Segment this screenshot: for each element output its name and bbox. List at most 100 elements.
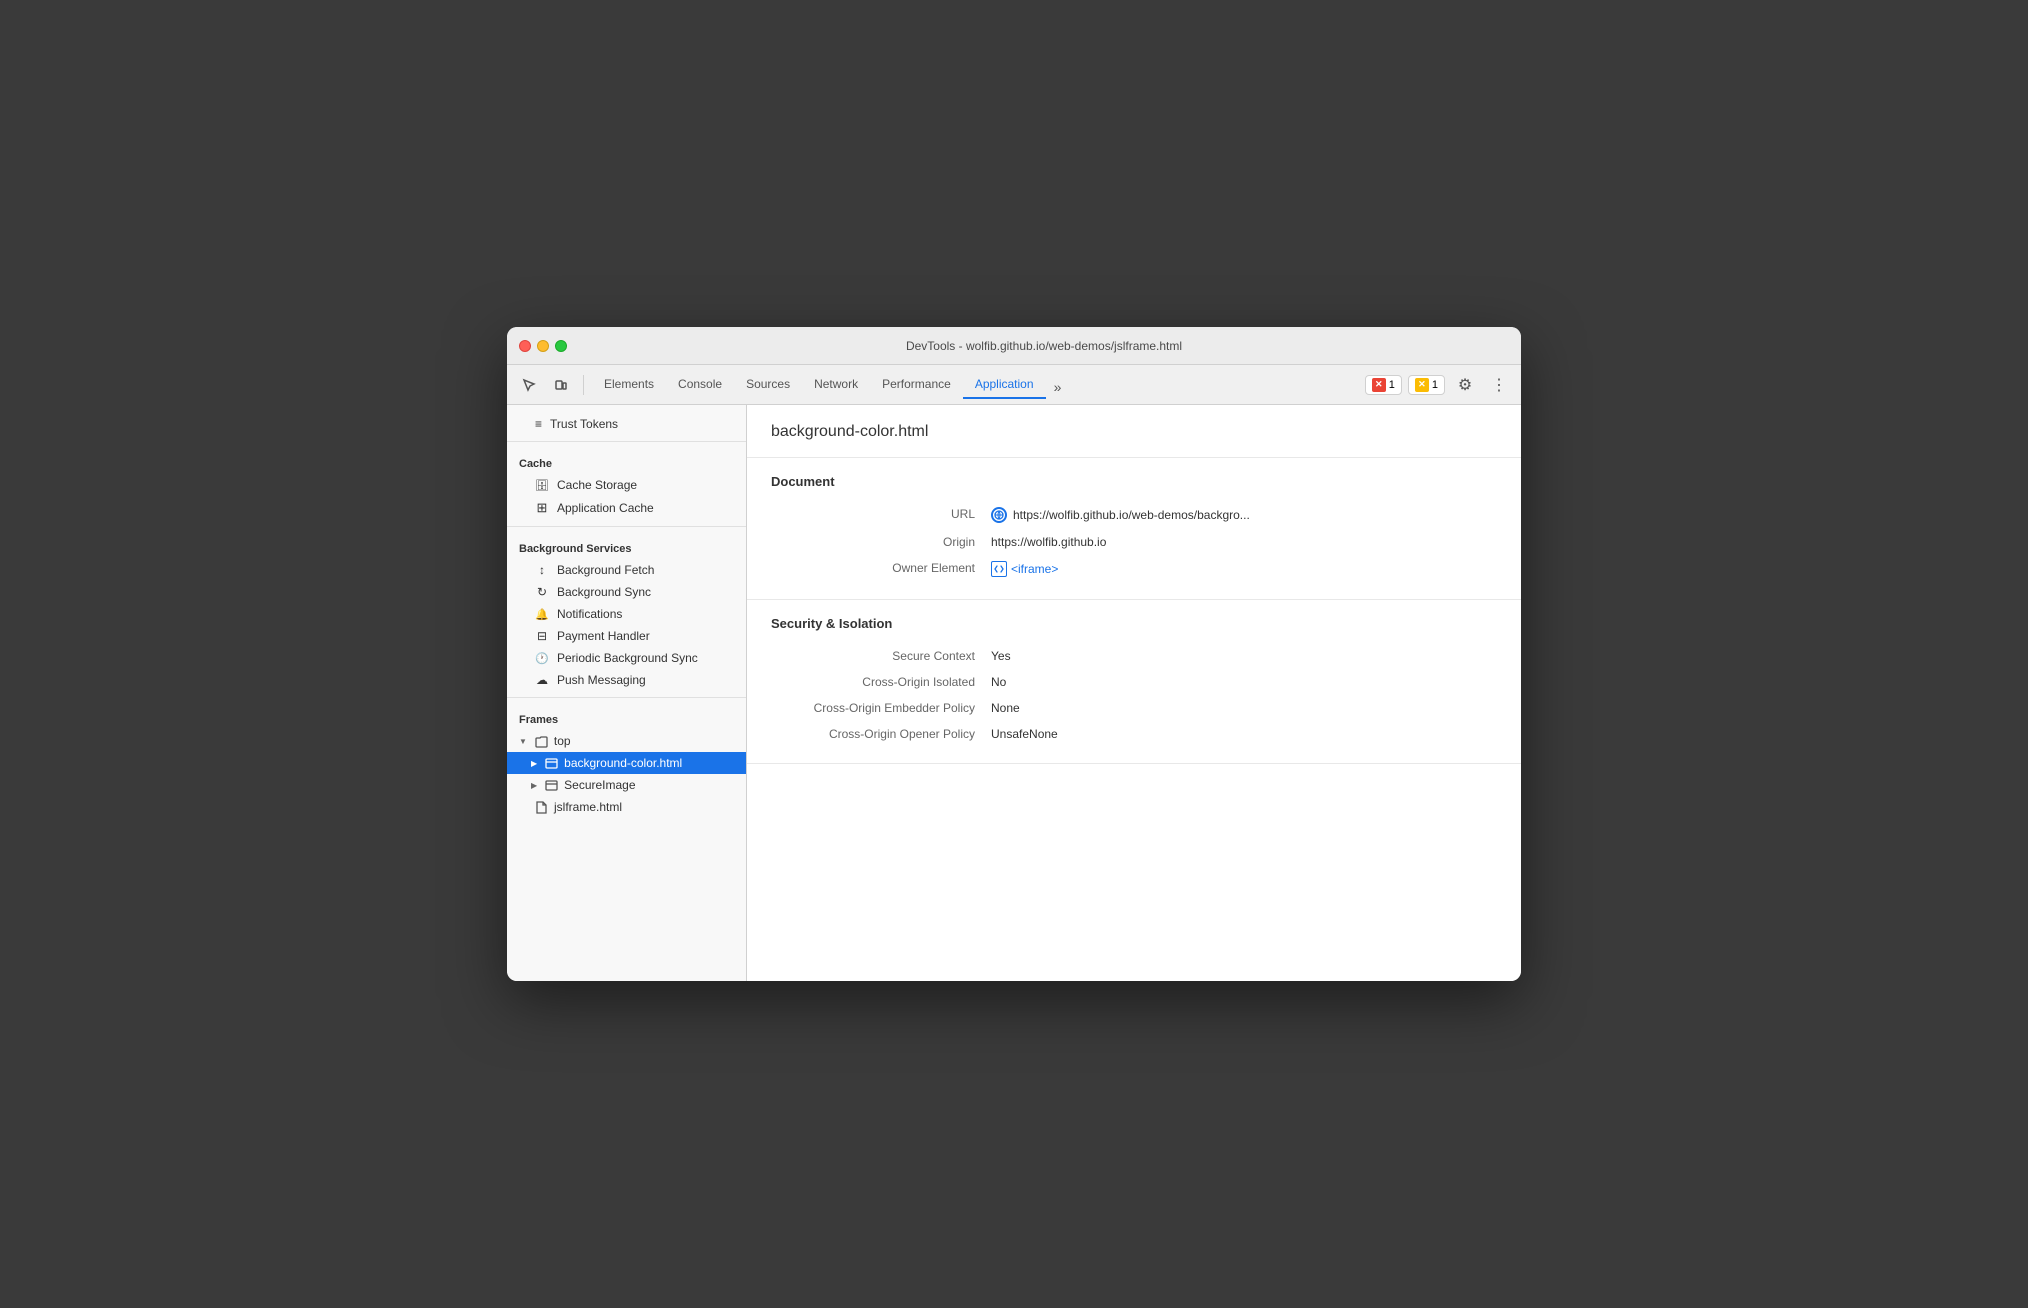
- sidebar-item-label: Payment Handler: [557, 629, 650, 643]
- url-icon: [991, 507, 1007, 523]
- select-element-button[interactable]: [515, 371, 543, 399]
- iframe-link[interactable]: <iframe>: [991, 561, 1058, 577]
- cache-storage-icon: [535, 478, 549, 492]
- tree-arrow-bg: ▶: [531, 759, 537, 768]
- tree-arrow-secure: ▶: [531, 781, 537, 790]
- sidebar: ≡ Trust Tokens Cache Cache Storage Appli…: [507, 405, 747, 981]
- sidebar-item-background-color-html[interactable]: ▶ background-color.html: [507, 752, 746, 774]
- trust-tokens-icon: ≡: [535, 417, 542, 431]
- secure-context-row: Secure Context Yes: [771, 643, 1497, 669]
- warnings-badge[interactable]: ✕ 1: [1408, 375, 1445, 395]
- device-toolbar-button[interactable]: [547, 371, 575, 399]
- sidebar-item-cache-storage[interactable]: Cache Storage: [507, 474, 746, 496]
- sidebar-item-label: Trust Tokens: [550, 417, 618, 431]
- tab-console[interactable]: Console: [666, 371, 734, 399]
- titlebar: DevTools - wolfib.github.io/web-demos/js…: [507, 327, 1521, 365]
- tab-application[interactable]: Application: [963, 371, 1046, 399]
- devtools-window: DevTools - wolfib.github.io/web-demos/js…: [507, 327, 1521, 981]
- notifications-icon: [535, 607, 549, 621]
- cross-origin-isolated-label: Cross-Origin Isolated: [771, 675, 991, 689]
- coep-label: Cross-Origin Embedder Policy: [771, 701, 991, 715]
- sidebar-item-secure-image[interactable]: ▶ SecureImage: [507, 774, 746, 796]
- sidebar-item-label: Push Messaging: [557, 673, 646, 687]
- secure-image-icon: [545, 779, 558, 792]
- cross-origin-isolated-row: Cross-Origin Isolated No: [771, 669, 1497, 695]
- sidebar-item-label: Cache Storage: [557, 478, 637, 492]
- sidebar-item-periodic-background-sync[interactable]: Periodic Background Sync: [507, 647, 746, 669]
- sidebar-section-frames: Frames: [507, 704, 746, 730]
- sidebar-item-background-sync[interactable]: Background Sync: [507, 581, 746, 603]
- toolbar: Elements Console Sources Network Perform…: [507, 365, 1521, 405]
- origin-label: Origin: [771, 535, 991, 549]
- secure-image-label: SecureImage: [564, 778, 635, 792]
- more-options-button[interactable]: ⋮: [1485, 371, 1513, 399]
- coep-row: Cross-Origin Embedder Policy None: [771, 695, 1497, 721]
- sidebar-section-cache: Cache: [507, 448, 746, 474]
- sidebar-item-label: Background Fetch: [557, 563, 654, 577]
- sidebar-item-jslframe[interactable]: jslframe.html: [507, 796, 746, 818]
- top-label: top: [554, 734, 571, 748]
- window-title: DevTools - wolfib.github.io/web-demos/js…: [579, 339, 1509, 353]
- sidebar-item-push-messaging[interactable]: Push Messaging: [507, 669, 746, 691]
- jslframe-label: jslframe.html: [554, 800, 622, 814]
- maximize-button[interactable]: [555, 340, 567, 352]
- close-button[interactable]: [519, 340, 531, 352]
- url-value: https://wolfib.github.io/web-demos/backg…: [991, 507, 1250, 523]
- tree-arrow-top: ▼: [519, 737, 527, 746]
- url-text: https://wolfib.github.io/web-demos/backg…: [1013, 508, 1250, 522]
- origin-value: https://wolfib.github.io: [991, 535, 1106, 549]
- coep-text: None: [991, 701, 1020, 715]
- jslframe-file-icon: [535, 801, 548, 814]
- background-sync-icon: [535, 585, 549, 599]
- sidebar-item-application-cache[interactable]: Application Cache: [507, 496, 746, 520]
- sidebar-divider-3: [507, 697, 746, 698]
- secure-context-value: Yes: [991, 649, 1011, 663]
- settings-button[interactable]: ⚙: [1451, 371, 1479, 399]
- tab-bar: Elements Console Sources Network Perform…: [592, 371, 1361, 399]
- sidebar-item-top[interactable]: ▼ top: [507, 730, 746, 752]
- error-icon: ✕: [1372, 378, 1386, 392]
- tab-elements[interactable]: Elements: [592, 371, 666, 399]
- origin-row: Origin https://wolfib.github.io: [771, 529, 1497, 555]
- warnings-count: 1: [1432, 379, 1438, 391]
- iframe-link-text: <iframe>: [1011, 562, 1058, 576]
- periodic-sync-icon: [535, 651, 549, 665]
- owner-element-value: <iframe>: [991, 561, 1058, 577]
- sidebar-item-background-fetch[interactable]: Background Fetch: [507, 559, 746, 581]
- toolbar-right: ✕ 1 ✕ 1 ⚙ ⋮: [1365, 371, 1513, 399]
- secure-context-text: Yes: [991, 649, 1011, 663]
- push-messaging-icon: [535, 673, 549, 687]
- errors-count: 1: [1389, 379, 1395, 391]
- sidebar-item-notifications[interactable]: Notifications: [507, 603, 746, 625]
- coep-value: None: [991, 701, 1020, 715]
- minimize-button[interactable]: [537, 340, 549, 352]
- main-content: ≡ Trust Tokens Cache Cache Storage Appli…: [507, 405, 1521, 981]
- errors-badge[interactable]: ✕ 1: [1365, 375, 1402, 395]
- sidebar-section-background-services: Background Services: [507, 533, 746, 559]
- folder-icon: [535, 735, 548, 748]
- secure-context-label: Secure Context: [771, 649, 991, 663]
- security-section: Security & Isolation Secure Context Yes …: [747, 600, 1521, 764]
- owner-element-label: Owner Element: [771, 561, 991, 575]
- tab-network[interactable]: Network: [802, 371, 870, 399]
- sidebar-item-payment-handler[interactable]: Payment Handler: [507, 625, 746, 647]
- document-section-title: Document: [771, 474, 1497, 489]
- tab-performance[interactable]: Performance: [870, 371, 963, 399]
- cross-origin-isolated-text: No: [991, 675, 1006, 689]
- sidebar-item-label: Notifications: [557, 607, 622, 621]
- application-cache-icon: [535, 500, 549, 516]
- url-row: URL https://wolfib.github.io/web-demos/b…: [771, 501, 1497, 529]
- frame-icon: [545, 757, 558, 770]
- coop-row: Cross-Origin Opener Policy UnsafeNone: [771, 721, 1497, 747]
- warning-icon: ✕: [1415, 378, 1429, 392]
- owner-element-row: Owner Element <iframe>: [771, 555, 1497, 583]
- more-tabs-button[interactable]: »: [1046, 375, 1070, 399]
- sidebar-item-label: Application Cache: [557, 501, 654, 515]
- url-label: URL: [771, 507, 991, 521]
- sidebar-item-trust-tokens[interactable]: ≡ Trust Tokens: [507, 413, 746, 435]
- frame-title: background-color.html: [747, 405, 1521, 458]
- tab-sources[interactable]: Sources: [734, 371, 802, 399]
- document-section: Document URL https://wol: [747, 458, 1521, 600]
- iframe-icon: [991, 561, 1007, 577]
- sidebar-item-label: Periodic Background Sync: [557, 651, 698, 665]
